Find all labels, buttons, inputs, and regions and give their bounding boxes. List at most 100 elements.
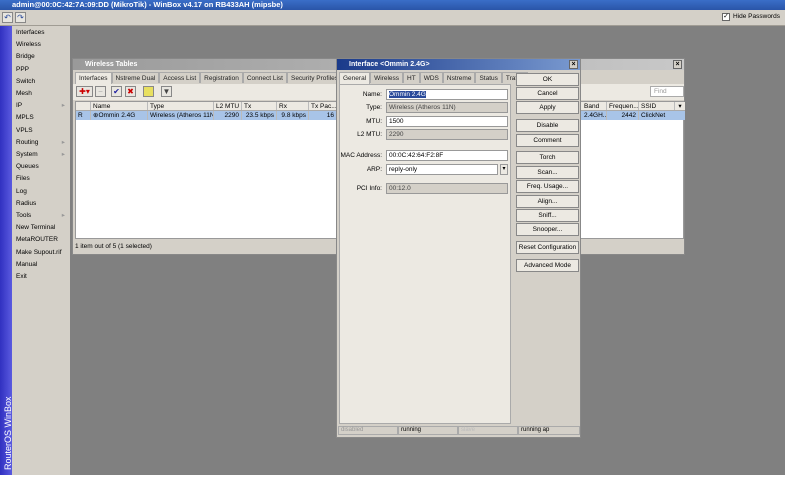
chevron-down-icon[interactable]: ▾	[500, 164, 508, 175]
disable-button[interactable]: Disable	[516, 119, 579, 132]
sidebar-item-switch[interactable]: Switch	[16, 76, 68, 88]
apply-button[interactable]: Apply	[516, 101, 579, 114]
sidebar-item-tools[interactable]: Tools ▸	[16, 210, 68, 222]
sidebar-item-routing[interactable]: Routing ▸	[16, 137, 68, 149]
mac-input[interactable]: 00:0C:42:64:F2:8F	[386, 150, 508, 161]
tab-status[interactable]: Status	[475, 72, 502, 83]
snooper-button[interactable]: Snooper...	[516, 223, 579, 236]
sidebar-item-radius[interactable]: Radius	[16, 198, 68, 210]
sidebar-item-label: Radius	[16, 199, 37, 207]
brand-strip: RouterOS WinBox	[0, 26, 13, 475]
tab-interfaces[interactable]: Interfaces	[75, 72, 112, 84]
name-input[interactable]: Ommin 2.4G	[386, 89, 508, 100]
close-icon[interactable]: ×	[569, 60, 578, 69]
column-header[interactable]: SSID	[639, 102, 675, 110]
tab-security-profiles[interactable]: Security Profiles	[286, 72, 342, 83]
sidebar-item-label: IP	[16, 102, 23, 110]
sidebar-item-label: Mesh	[16, 90, 32, 97]
sidebar-item-vpls[interactable]: VPLS	[16, 125, 68, 137]
sniff-button[interactable]: Sniff...	[516, 209, 579, 222]
cell-name: ⊕Ommin 2.4G	[91, 111, 148, 120]
status-running-ap: running ap	[518, 426, 580, 435]
sidebar-item-label: Interfaces	[16, 29, 45, 36]
freq-usage-button[interactable]: Freq. Usage...	[516, 180, 579, 193]
sidebar-item-label: Exit	[16, 273, 27, 280]
chevron-right-icon: ▸	[61, 138, 65, 146]
sidebar-item-wireless[interactable]: Wireless	[16, 39, 68, 51]
toolbar: ↶ ↷ ✓ Hide Passwords	[0, 10, 785, 26]
general-panel: Name: Ommin 2.4G Type: Wireless (Atheros…	[339, 84, 511, 424]
tab-access-list[interactable]: Access List	[159, 72, 201, 83]
comment-icon[interactable]	[143, 86, 154, 97]
redo-icon[interactable]: ↷	[15, 12, 26, 23]
sidebar-item-exit[interactable]: Exit	[16, 271, 68, 283]
sidebar-item-ppp[interactable]: PPP	[16, 64, 68, 76]
column-header[interactable]: Band	[582, 102, 607, 110]
align-button[interactable]: Align...	[516, 195, 579, 208]
sidebar-item-mesh[interactable]: Mesh	[16, 88, 68, 100]
sidebar-item-label: Routing	[16, 138, 39, 146]
enable-icon[interactable]: ✔	[111, 86, 122, 97]
chevron-down-icon[interactable]: ▾	[675, 102, 685, 110]
sidebar-item-bridge[interactable]: Bridge	[16, 51, 68, 63]
l2mtu-label: L2 MTU:	[357, 131, 382, 138]
cell-rx: 9.8 kbps	[277, 111, 309, 120]
tab-ht[interactable]: HT	[403, 72, 420, 83]
column-header[interactable]: Tx	[242, 102, 277, 110]
column-header[interactable]: Rx	[277, 102, 309, 110]
sidebar-item-mpls[interactable]: MPLS	[16, 112, 68, 124]
mtu-label: MTU:	[366, 118, 382, 125]
cancel-button[interactable]: Cancel	[516, 87, 579, 100]
column-header[interactable]	[76, 102, 91, 110]
sidebar-item-interfaces[interactable]: Interfaces	[16, 27, 68, 39]
hide-passwords-label: Hide Passwords	[733, 13, 780, 20]
type-field: Wireless (Atheros 11N)	[386, 102, 508, 113]
tab-registration[interactable]: Registration	[200, 72, 243, 83]
hide-passwords-checkbox[interactable]: ✓	[722, 13, 730, 21]
sidebar-item-ip[interactable]: IP ▸	[16, 100, 68, 112]
type-label: Type:	[366, 104, 382, 111]
remove-icon[interactable]: −	[95, 86, 106, 97]
arp-label: ARP:	[366, 166, 382, 173]
sidebar-item-label: MPLS	[16, 114, 34, 122]
brand-label: RouterOS WinBox	[3, 396, 13, 470]
comment-button[interactable]: Comment	[516, 134, 579, 147]
tab-general[interactable]: General	[339, 72, 371, 84]
find-input[interactable]: Find	[650, 86, 684, 97]
advanced-mode-button[interactable]: Advanced Mode	[516, 259, 579, 272]
chevron-right-icon: ▸	[61, 151, 65, 158]
filter-icon[interactable]: ▼	[161, 86, 172, 97]
sidebar-item-log[interactable]: Log	[16, 186, 68, 198]
scan-button[interactable]: Scan...	[516, 166, 579, 179]
tab-connect-list[interactable]: Connect List	[242, 72, 287, 83]
mtu-input[interactable]: 1500	[386, 116, 508, 127]
tab-wds[interactable]: WDS	[419, 72, 443, 83]
sidebar-item-manual[interactable]: Manual	[16, 259, 68, 271]
torch-button[interactable]: Torch	[516, 151, 579, 164]
add-icon[interactable]: ✚▾	[76, 86, 93, 97]
column-header[interactable]: Name	[91, 102, 148, 110]
close-icon[interactable]: ×	[673, 60, 682, 69]
tab-wireless[interactable]: Wireless	[370, 72, 404, 83]
sidebar-item-queues[interactable]: Queues	[16, 161, 68, 173]
arp-select[interactable]: reply-only	[386, 164, 498, 175]
column-header[interactable]: L2 MTU	[214, 102, 242, 110]
sidebar-item-label: Manual	[16, 260, 38, 268]
sidebar-item-label: VPLS	[16, 126, 33, 134]
sidebar-item-make-supout-rif[interactable]: Make Supout.rif	[16, 247, 68, 259]
undo-icon[interactable]: ↶	[2, 12, 13, 23]
disable-icon[interactable]: ✖	[125, 86, 136, 97]
tab-nstreme[interactable]: Nstreme	[442, 72, 476, 83]
sidebar-item-files[interactable]: Files	[16, 173, 68, 185]
sidebar-item-system[interactable]: System ▸	[16, 149, 68, 161]
sidebar-item-label: Tools	[16, 212, 32, 219]
sidebar-item-metarouter[interactable]: MetaROUTER	[16, 234, 68, 246]
dialog-title: Interface <Ommin 2.4G> ×	[337, 59, 580, 70]
sidebar-item-new-terminal[interactable]: New Terminal	[16, 222, 68, 234]
tab-nstreme-dual[interactable]: Nstreme Dual	[111, 72, 160, 83]
column-header[interactable]: Type	[148, 102, 214, 110]
column-header[interactable]: Frequen...	[607, 102, 639, 110]
reset-configuration-button[interactable]: Reset Configuration	[516, 241, 579, 254]
status-disabled: disabled	[338, 426, 398, 435]
ok-button[interactable]: OK	[516, 73, 579, 86]
